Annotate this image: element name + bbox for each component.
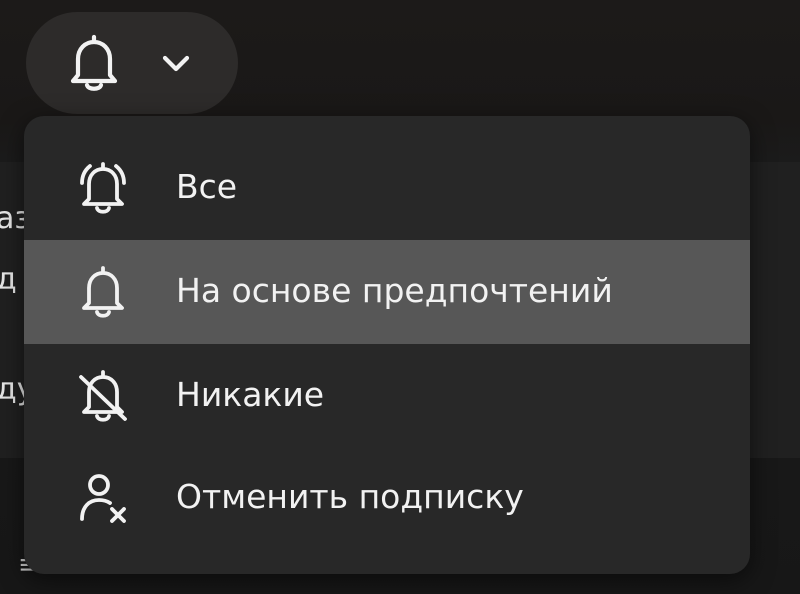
- menu-item-none[interactable]: Никакие: [24, 344, 750, 448]
- person-remove-icon: [74, 469, 132, 527]
- notifications-toggle-button[interactable]: [26, 12, 238, 114]
- chevron-down-icon: [154, 41, 198, 85]
- menu-item-all[interactable]: Все: [24, 136, 750, 240]
- bell-icon: [62, 31, 126, 95]
- menu-item-personalized[interactable]: На основе предпочтений: [24, 240, 750, 344]
- bell-off-icon: [74, 367, 132, 425]
- menu-item-unsubscribe[interactable]: Отменить подписку: [24, 446, 750, 550]
- background-text-line: д: [0, 262, 17, 297]
- menu-item-label: Все: [176, 166, 238, 206]
- menu-item-label: Отменить подписку: [176, 476, 524, 516]
- notification-settings-menu: Все На основе предпочтений Никакие Отмен…: [24, 116, 750, 574]
- menu-item-label: Никакие: [176, 374, 325, 414]
- menu-item-label: На основе предпочтений: [176, 270, 613, 310]
- bell-icon: [74, 263, 132, 321]
- bell-ringing-icon: [74, 159, 132, 217]
